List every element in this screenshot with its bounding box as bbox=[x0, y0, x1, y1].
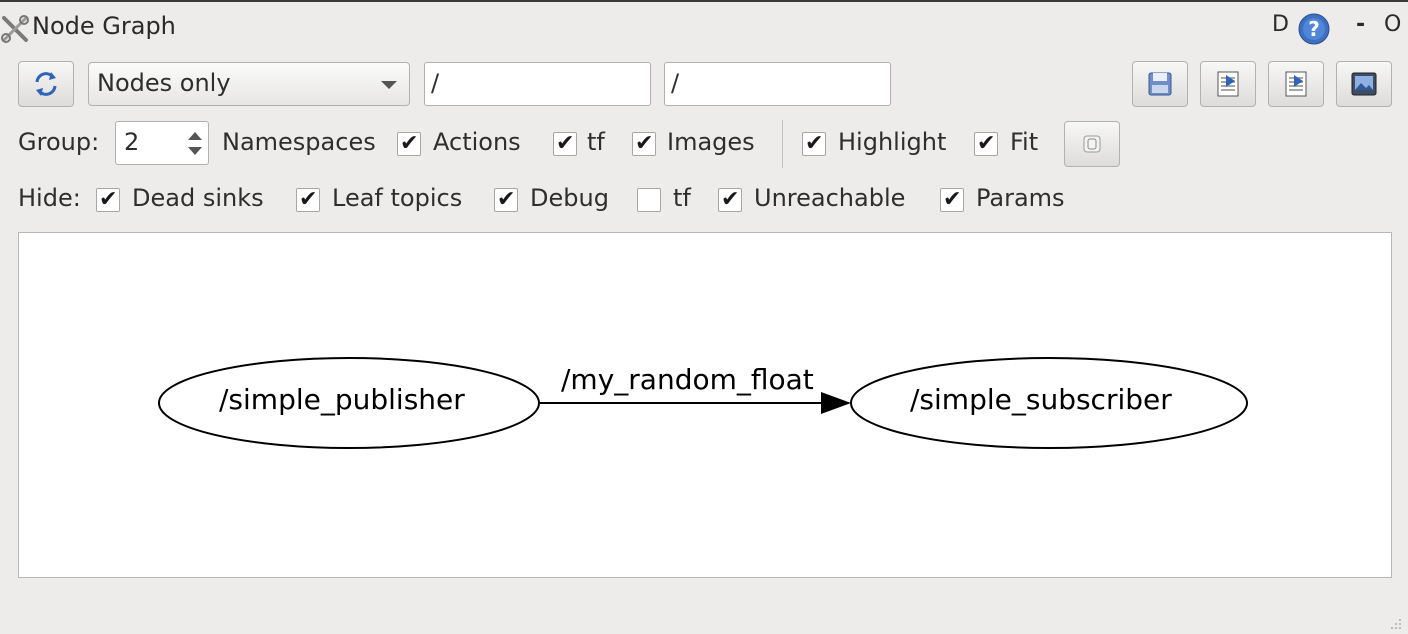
save-dot-icon bbox=[1217, 71, 1239, 97]
group-spinbox[interactable]: 2 bbox=[115, 121, 209, 165]
d-button[interactable]: D bbox=[1272, 12, 1289, 37]
actions-label: Actions bbox=[433, 128, 521, 156]
checkmark-icon: ✔ bbox=[977, 131, 996, 156]
refresh-icon bbox=[35, 72, 57, 96]
hide-leaf-topics-label: Leaf topics bbox=[332, 184, 463, 212]
separator bbox=[782, 120, 783, 168]
checkmark-icon: ✔ bbox=[943, 187, 962, 212]
hide-unreachable-checkbox[interactable]: ✔ bbox=[718, 187, 742, 212]
title-bar: Node Graph D ? - O bbox=[0, 0, 1408, 52]
hide-dead-sinks-label: Dead sinks bbox=[132, 184, 264, 212]
checkmark-icon: ✔ bbox=[721, 187, 740, 212]
save-image-icon bbox=[1351, 72, 1377, 96]
group-label: Group: bbox=[18, 128, 100, 156]
actions-checkbox[interactable]: ✔ bbox=[553, 131, 577, 156]
checkmark-icon: ✔ bbox=[805, 131, 824, 156]
edge-label-topic: /my_random_float bbox=[561, 363, 814, 396]
tools-icon bbox=[1, 15, 29, 43]
save-dot-button[interactable] bbox=[1200, 61, 1256, 107]
checkmark-icon: ✔ bbox=[497, 187, 516, 212]
hide-debug-checkbox[interactable]: ✔ bbox=[494, 187, 518, 212]
refresh-button[interactable] bbox=[18, 61, 74, 107]
graph-mode-value: Nodes only bbox=[97, 69, 231, 97]
resize-grip-icon[interactable] bbox=[1388, 616, 1402, 630]
checkmark-icon: ✔ bbox=[400, 131, 419, 156]
node-label-subscriber: /simple_subscriber bbox=[910, 383, 1172, 416]
tf-checkbox[interactable]: ✔ bbox=[632, 131, 656, 156]
fit-label: Fit bbox=[1010, 128, 1039, 156]
fit-checkbox[interactable]: ✔ bbox=[974, 131, 998, 156]
checkmark-icon: ✔ bbox=[299, 187, 318, 212]
highlight-label: Highlight bbox=[838, 128, 947, 156]
fit-view-button[interactable] bbox=[1064, 121, 1120, 167]
namespaces-label: Namespaces bbox=[222, 128, 376, 156]
checkmark-icon: ✔ bbox=[556, 131, 575, 156]
hide-params-label: Params bbox=[976, 184, 1065, 212]
load-icon bbox=[1148, 72, 1172, 96]
save-svg-icon bbox=[1285, 71, 1307, 97]
hide-leaf-topics-checkbox[interactable]: ✔ bbox=[296, 187, 320, 212]
save-svg-button[interactable] bbox=[1268, 61, 1324, 107]
load-dot-button[interactable] bbox=[1132, 61, 1188, 107]
window-title: Node Graph bbox=[32, 12, 176, 40]
hide-unreachable-label: Unreachable bbox=[754, 184, 906, 212]
hide-tf-checkbox[interactable] bbox=[637, 188, 661, 212]
hide-params-checkbox[interactable]: ✔ bbox=[940, 187, 964, 212]
node-filter-input[interactable]: / bbox=[424, 62, 651, 106]
spin-down-icon[interactable] bbox=[188, 147, 202, 155]
images-label: Images bbox=[667, 128, 755, 156]
edge-arrowhead bbox=[821, 392, 851, 414]
node-label-publisher: /simple_publisher bbox=[219, 383, 465, 416]
hide-label: Hide: bbox=[18, 184, 81, 212]
graph-mode-select[interactable]: Nodes only bbox=[88, 62, 410, 106]
tf-label: tf bbox=[587, 128, 605, 156]
graph-canvas[interactable]: /simple_publisher /simple_subscriber /my… bbox=[18, 232, 1392, 578]
minimize-button[interactable]: - bbox=[1356, 12, 1365, 37]
highlight-checkbox[interactable]: ✔ bbox=[802, 131, 826, 156]
hide-tf-label: tf bbox=[673, 184, 691, 212]
hide-dead-sinks-checkbox[interactable]: ✔ bbox=[96, 187, 120, 212]
checkmark-icon: ✔ bbox=[99, 187, 118, 212]
save-image-button[interactable] bbox=[1336, 61, 1392, 107]
checkmark-icon: ✔ bbox=[635, 131, 654, 156]
fit-view-icon bbox=[1083, 135, 1101, 153]
svg-text:?: ? bbox=[1308, 17, 1320, 41]
spin-up-icon[interactable] bbox=[188, 132, 202, 140]
help-icon[interactable]: ? bbox=[1298, 13, 1330, 45]
topic-filter-input[interactable]: / bbox=[664, 62, 891, 106]
restore-button[interactable]: O bbox=[1384, 12, 1401, 37]
group-value: 2 bbox=[124, 128, 140, 156]
namespaces-checkbox[interactable]: ✔ bbox=[397, 131, 421, 156]
chevron-down-icon bbox=[381, 81, 397, 89]
hide-debug-label: Debug bbox=[530, 184, 609, 212]
